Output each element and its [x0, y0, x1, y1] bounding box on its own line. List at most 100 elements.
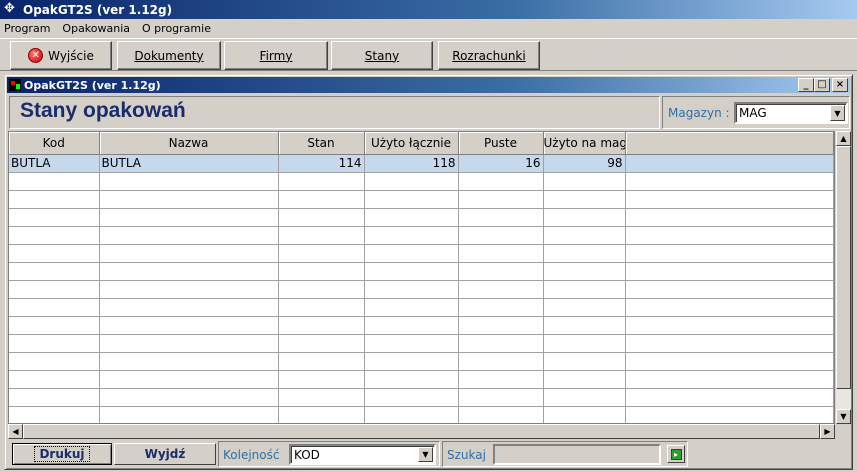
empty-cell[interactable] [458, 262, 544, 281]
empty-cell[interactable] [278, 262, 365, 281]
empty-cell[interactable] [458, 280, 544, 299]
empty-cell[interactable] [278, 280, 365, 299]
scroll-up-icon[interactable]: ▲ [836, 131, 851, 146]
empty-cell[interactable] [625, 262, 834, 281]
cell-stan[interactable]: 114 [278, 154, 365, 173]
menu-opakowania[interactable]: Opakowania [62, 22, 130, 35]
cell-uzyto-lacznie[interactable]: 118 [364, 154, 459, 173]
close-button[interactable]: × [832, 78, 848, 92]
settlements-button[interactable]: Rozrachunki [438, 41, 540, 70]
table-row-empty[interactable] [9, 190, 834, 209]
empty-cell[interactable] [458, 316, 544, 335]
empty-cell[interactable] [9, 352, 100, 371]
empty-cell[interactable] [543, 262, 626, 281]
print-button[interactable]: Drukuj [12, 443, 112, 465]
empty-cell[interactable] [625, 388, 834, 407]
empty-cell[interactable] [543, 172, 626, 191]
empty-cell[interactable] [543, 370, 626, 389]
empty-cell[interactable] [9, 334, 100, 353]
empty-cell[interactable] [9, 388, 100, 407]
empty-cell[interactable] [99, 334, 279, 353]
empty-cell[interactable] [99, 352, 279, 371]
empty-cell[interactable] [364, 388, 459, 407]
vertical-scroll-thumb[interactable] [836, 146, 851, 389]
table-row-empty[interactable] [9, 352, 834, 371]
table-row-empty[interactable] [9, 208, 834, 227]
empty-cell[interactable] [625, 172, 834, 191]
empty-cell[interactable] [9, 280, 100, 299]
empty-cell[interactable] [99, 298, 279, 317]
empty-cell[interactable] [278, 334, 365, 353]
column-header-uzyto-lacznie[interactable]: Użyto łącznie [364, 132, 459, 155]
empty-cell[interactable] [9, 316, 100, 335]
empty-cell[interactable] [9, 172, 100, 191]
empty-cell[interactable] [543, 280, 626, 299]
empty-cell[interactable] [458, 190, 544, 209]
empty-cell[interactable] [99, 262, 279, 281]
empty-cell[interactable] [364, 262, 459, 281]
order-select[interactable]: KOD ▼ [289, 444, 436, 465]
table-row-empty[interactable] [9, 298, 834, 317]
empty-cell[interactable] [625, 352, 834, 371]
table-row-empty[interactable] [9, 226, 834, 245]
empty-cell[interactable] [99, 208, 279, 227]
cell-uzyto-na-mag[interactable]: 98 [543, 154, 626, 173]
empty-cell[interactable] [625, 244, 834, 263]
empty-cell[interactable] [99, 406, 279, 423]
empty-cell[interactable] [458, 244, 544, 263]
empty-cell[interactable] [543, 226, 626, 245]
scroll-down-icon[interactable]: ▼ [836, 409, 851, 424]
minimize-button[interactable]: _ [798, 78, 814, 92]
maximize-button[interactable]: □ [814, 78, 830, 92]
cell-kod[interactable]: BUTLA [9, 154, 100, 173]
empty-cell[interactable] [99, 280, 279, 299]
empty-cell[interactable] [458, 388, 544, 407]
empty-cell[interactable] [458, 226, 544, 245]
scroll-left-icon[interactable]: ◀ [8, 424, 23, 439]
empty-cell[interactable] [364, 406, 459, 423]
table-row-empty[interactable] [9, 388, 834, 407]
empty-cell[interactable] [99, 190, 279, 209]
warehouse-select[interactable]: MAG ▼ [734, 102, 848, 124]
empty-cell[interactable] [278, 370, 365, 389]
empty-cell[interactable] [625, 406, 834, 423]
table-row-empty[interactable] [9, 280, 834, 299]
table-row-empty[interactable] [9, 316, 834, 335]
table-row-empty[interactable] [9, 334, 834, 353]
search-go-button[interactable]: ▸ [667, 445, 685, 463]
table-row-empty[interactable] [9, 244, 834, 263]
empty-cell[interactable] [364, 298, 459, 317]
empty-cell[interactable] [278, 190, 365, 209]
empty-cell[interactable] [99, 172, 279, 191]
empty-cell[interactable] [9, 262, 100, 281]
chevron-down-icon[interactable]: ▼ [830, 105, 845, 121]
empty-cell[interactable] [543, 190, 626, 209]
exit-button[interactable]: ✕ Wyjście [10, 41, 112, 70]
empty-cell[interactable] [543, 388, 626, 407]
empty-cell[interactable] [278, 244, 365, 263]
scroll-right-icon[interactable]: ▶ [820, 424, 835, 439]
empty-cell[interactable] [543, 208, 626, 227]
empty-cell[interactable] [278, 316, 365, 335]
menu-program[interactable]: Program [4, 22, 50, 35]
empty-cell[interactable] [364, 190, 459, 209]
table-row-empty[interactable] [9, 370, 834, 389]
empty-cell[interactable] [458, 352, 544, 371]
stock-button[interactable]: Stany [331, 41, 433, 70]
empty-cell[interactable] [625, 370, 834, 389]
empty-cell[interactable] [543, 406, 626, 423]
empty-cell[interactable] [278, 208, 365, 227]
empty-cell[interactable] [364, 172, 459, 191]
empty-cell[interactable] [364, 280, 459, 299]
empty-cell[interactable] [625, 208, 834, 227]
empty-cell[interactable] [278, 388, 365, 407]
column-header-uzyto-na-mag[interactable]: Użyto na mag [543, 132, 626, 155]
chevron-down-icon[interactable]: ▼ [418, 447, 433, 462]
empty-cell[interactable] [9, 190, 100, 209]
table-row-empty[interactable] [9, 172, 834, 191]
search-input[interactable] [493, 444, 661, 465]
empty-cell[interactable] [458, 334, 544, 353]
empty-cell[interactable] [9, 370, 100, 389]
empty-cell[interactable] [364, 370, 459, 389]
empty-cell[interactable] [364, 208, 459, 227]
